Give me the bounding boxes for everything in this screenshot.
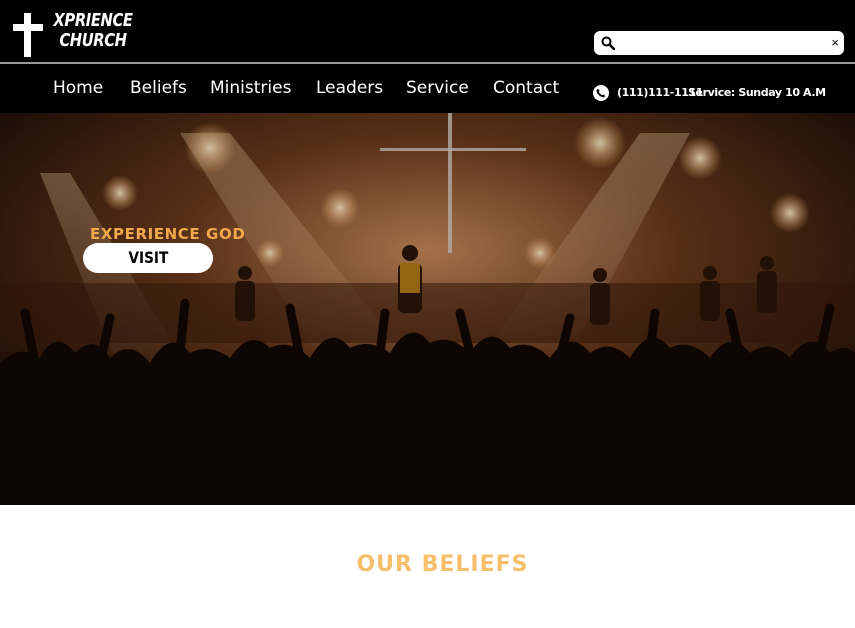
hero-banner <box>0 113 855 505</box>
phone-icon <box>593 85 609 101</box>
search-box: × <box>594 31 844 55</box>
nav-item-service[interactable]: Service <box>406 77 469 99</box>
search-icon[interactable] <box>601 36 616 51</box>
beliefs-section-title: OUR BELIEFS <box>356 552 529 577</box>
nav-item-ministries[interactable]: Ministries <box>210 77 291 99</box>
visit-button-label: VISIT <box>128 248 168 267</box>
logo-line-2: CHURCH <box>59 30 127 51</box>
logo-line-1: XPRIENCE <box>53 10 133 31</box>
visit-button[interactable]: VISIT <box>83 243 213 273</box>
clear-search-icon[interactable]: × <box>831 34 839 52</box>
concert-image <box>0 113 855 505</box>
service-time: Service: Sunday 10 A.M <box>688 86 826 99</box>
nav-item-beliefs[interactable]: Beliefs <box>130 77 187 99</box>
cross-icon[interactable] <box>13 13 43 57</box>
hero-tagline: EXPERIENCE GOD <box>90 225 246 243</box>
site-logo[interactable]: XPRIENCE CHURCH <box>52 11 134 51</box>
nav-item-contact[interactable]: Contact <box>493 77 559 99</box>
nav-item-leaders[interactable]: Leaders <box>316 77 383 99</box>
search-input[interactable] <box>620 33 816 53</box>
nav-item-home[interactable]: Home <box>53 77 103 99</box>
